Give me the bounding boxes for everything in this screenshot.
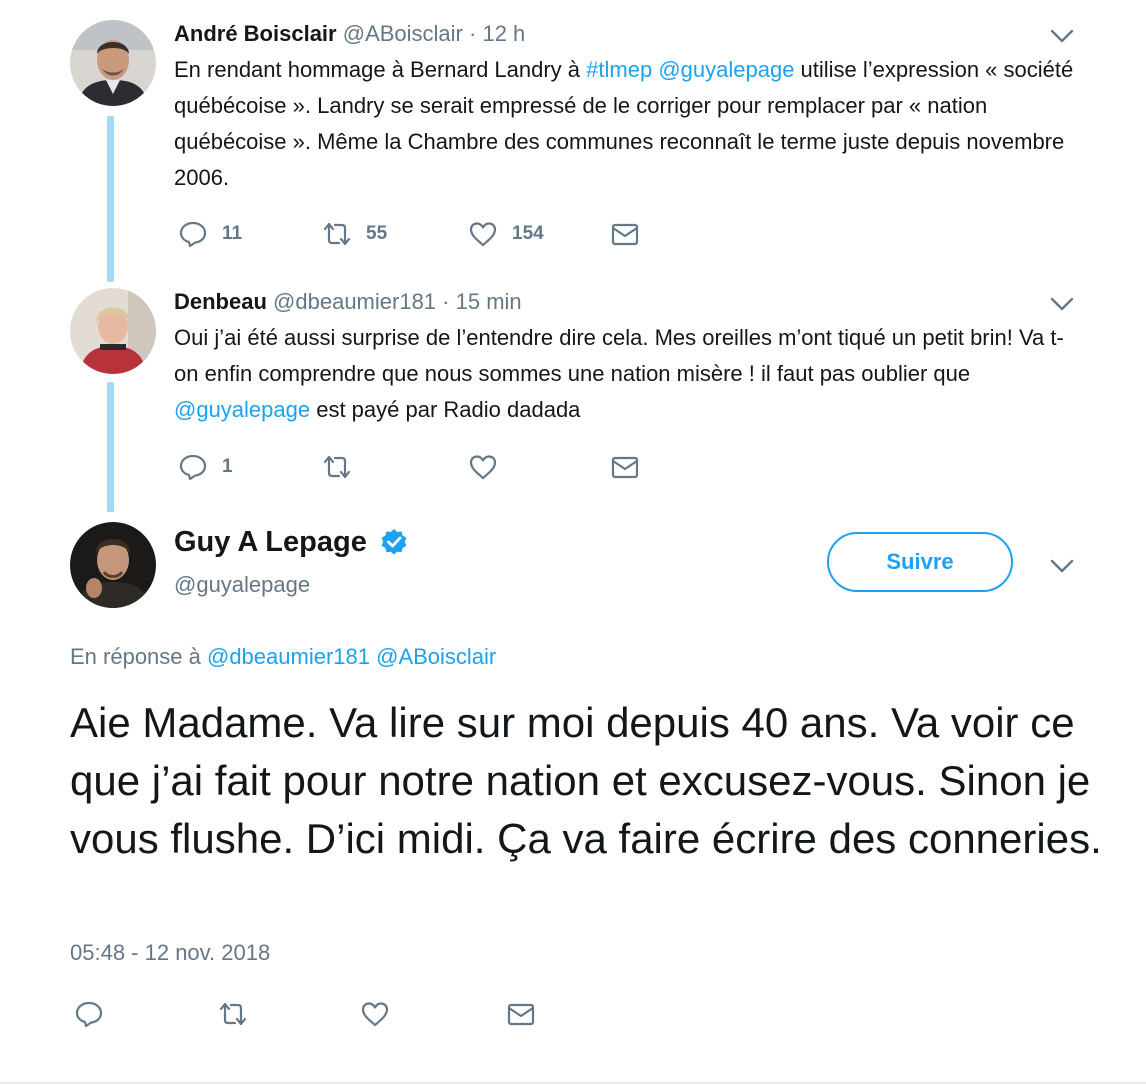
hashtag-link[interactable]: #tlmep: [586, 57, 652, 82]
dm-button[interactable]: [506, 996, 536, 1032]
tweet-time[interactable]: 12 h: [482, 21, 525, 46]
separator-dot: ·: [469, 21, 477, 46]
like-count: 154: [512, 223, 544, 244]
retweet-count: 55: [366, 223, 388, 244]
author-handle[interactable]: @guyalepage: [174, 570, 310, 600]
reply-button[interactable]: 1: [178, 449, 233, 485]
retweet-icon: [323, 455, 351, 479]
retweet-button[interactable]: [218, 996, 248, 1032]
bottom-divider: [0, 1082, 1146, 1084]
dm-button[interactable]: [610, 216, 640, 252]
tweet-1-header: André Boisclair @ABoisclair · 12 h: [174, 20, 525, 48]
chevron-down-icon[interactable]: [1049, 28, 1075, 44]
reply-button[interactable]: 11: [178, 216, 242, 252]
heart-icon: [469, 222, 497, 247]
author-handle[interactable]: @dbeaumier181: [273, 289, 436, 314]
verified-badge-icon: [381, 529, 407, 555]
tweet-text-part: est payé par Radio dadada: [310, 397, 581, 422]
reply-context: En réponse à @dbeaumier181 @ABoisclair: [70, 642, 496, 672]
retweet-icon: [323, 222, 351, 246]
envelope-icon: [611, 223, 639, 246]
envelope-icon: [611, 456, 639, 479]
like-button[interactable]: 154: [468, 216, 544, 252]
separator-dot: ·: [442, 289, 450, 314]
reply-icon: [179, 221, 207, 248]
main-tweet-text: Aie Madame. Va lire sur moi depuis 40 an…: [70, 699, 1102, 862]
author-name[interactable]: Denbeau: [174, 289, 267, 314]
avatar-image: [70, 288, 156, 374]
avatar-andre-boisclair[interactable]: [70, 20, 156, 106]
chevron-down-icon[interactable]: [1049, 296, 1075, 312]
follow-button[interactable]: Suivre: [827, 532, 1013, 592]
like-button[interactable]: [360, 996, 390, 1032]
author-name[interactable]: André Boisclair: [174, 21, 337, 46]
heart-icon: [469, 455, 497, 480]
retweet-button[interactable]: [322, 449, 352, 485]
reply-icon: [75, 1001, 103, 1028]
heart-icon: [361, 1002, 389, 1027]
mention-link[interactable]: @guyalepage: [174, 397, 310, 422]
tweet-text-part: En rendant hommage à Bernard Landry à: [174, 57, 587, 82]
tweet-timestamp[interactable]: 05:48 - 12 nov. 2018: [70, 938, 270, 968]
tweet-text-part: Oui j’ai été aussi surprise de l’entendr…: [174, 325, 1064, 386]
avatar-image: [70, 522, 156, 608]
avatar-guy-a-lepage[interactable]: [70, 522, 156, 608]
dm-button[interactable]: [610, 449, 640, 485]
thread-line-2: [107, 382, 114, 512]
reply-count: 1: [222, 456, 233, 477]
author-name[interactable]: Guy A Lepage: [174, 524, 367, 560]
retweet-icon: [219, 1002, 247, 1026]
avatar-denbeau[interactable]: [70, 288, 156, 374]
tweet-1-text: En rendant hommage à Bernard Landry à #t…: [174, 52, 1074, 196]
tweet-time[interactable]: 15 min: [456, 289, 522, 314]
tweet-2-header: Denbeau @dbeaumier181 · 15 min: [174, 288, 522, 316]
mention-link[interactable]: @guyalepage: [658, 57, 794, 82]
like-button[interactable]: [468, 449, 498, 485]
reply-button[interactable]: [74, 996, 104, 1032]
thread-line-1: [107, 116, 114, 282]
tweet-2-text: Oui j’ai été aussi surprise de l’entendr…: [174, 320, 1074, 428]
mention-link[interactable]: @ABoisclair: [376, 644, 496, 669]
retweet-button[interactable]: 55: [322, 216, 387, 252]
reply-count: 11: [222, 223, 243, 244]
main-author-name: Guy A Lepage: [174, 524, 409, 560]
reply-prefix: En réponse à: [70, 644, 207, 669]
mention-link[interactable]: @dbeaumier181: [207, 644, 370, 669]
avatar-image: [70, 20, 156, 106]
author-handle[interactable]: @ABoisclair: [343, 21, 463, 46]
envelope-icon: [507, 1003, 535, 1026]
chevron-down-icon[interactable]: [1049, 558, 1075, 574]
reply-icon: [179, 454, 207, 481]
